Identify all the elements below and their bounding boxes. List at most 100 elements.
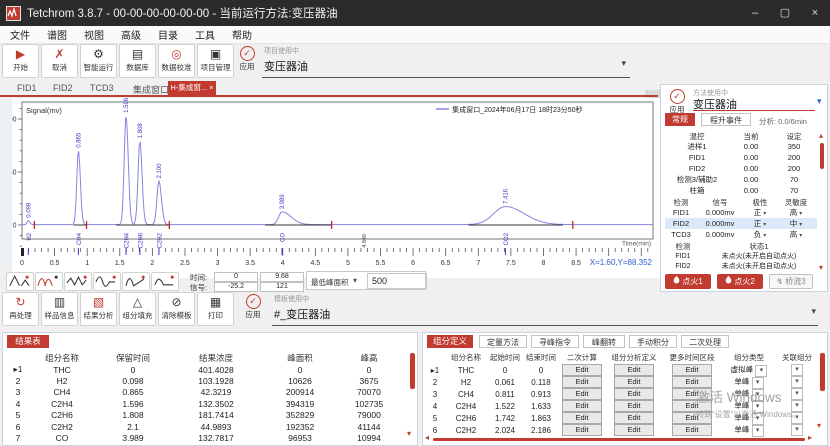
definition-row-C2H2[interactable]: 6C2H22.0242.186EditEditEdit单峰 ▾▾ — [425, 424, 819, 436]
data-calibration-button[interactable]: ◎数据校准 — [158, 44, 195, 78]
ignite-1-button[interactable]: 点火1 — [665, 274, 711, 289]
minimize-button[interactable]: – — [740, 0, 770, 26]
definition-row-C2H6[interactable]: 5C2H61.7421.863EditEditEdit单峰 ▾▾ — [425, 412, 819, 424]
definition-vertical-scrollbar[interactable] — [820, 353, 825, 391]
detector-row-FID2[interactable]: FID20.000mv正 ▾中 ▾ — [665, 218, 817, 229]
results-row-C2H6[interactable]: 5C2H61.808181.741435282979000 — [7, 410, 405, 421]
close-tab-icon[interactable]: × — [207, 83, 213, 92]
signal-max-field[interactable]: 121 — [260, 282, 304, 292]
def-tab-5[interactable]: 二次处理 — [681, 335, 729, 348]
edit-button[interactable]: Edit — [614, 400, 654, 412]
menu-item-1[interactable]: 谱图 — [47, 27, 67, 42]
ignite-2-button[interactable]: 点火2 — [717, 274, 763, 289]
def-tab-1[interactable]: 定量方法 — [479, 335, 527, 348]
cancel-button[interactable]: ✗取消 — [41, 44, 78, 78]
time-max-field[interactable]: 9.68 — [260, 272, 304, 282]
edit-button[interactable]: Edit — [614, 376, 654, 388]
apply-template-button[interactable]: ✓ 应用 — [238, 294, 268, 320]
related-component-dropdown[interactable]: ▾ — [791, 424, 803, 436]
sensitivity-dropdown[interactable]: 中 ▾ — [790, 219, 803, 228]
detector-row-FID1[interactable]: FID10.000mv正 ▾高 ▾ — [665, 207, 817, 218]
component-type-dropdown[interactable]: 虚拟峰 ▾ — [731, 365, 768, 374]
scroll-down-icon[interactable]: ▾ — [819, 263, 823, 272]
menu-item-4[interactable]: 目录 — [158, 27, 178, 42]
polarity-dropdown[interactable]: 正 ▾ — [754, 208, 767, 217]
component-type-dropdown[interactable]: 单峰 ▾ — [734, 413, 763, 422]
def-tab-2[interactable]: 寻峰指令 — [531, 335, 579, 348]
results-tab[interactable]: 结果表 — [7, 335, 49, 348]
chromatogram-panel[interactable]: 05010000.511.522.533.544.555.566.577.588… — [12, 98, 660, 278]
scroll-right-icon[interactable]: ▸ — [808, 433, 812, 442]
related-component-dropdown[interactable]: ▾ — [791, 364, 803, 376]
component-type-dropdown[interactable]: 单峰 ▾ — [734, 425, 763, 434]
tab-ramp-events[interactable]: 程升事件 — [701, 113, 751, 126]
edit-button[interactable]: Edit — [672, 424, 712, 436]
definition-row-C2H4[interactable]: 4C2H41.5221.633EditEditEdit单峰 ▾▾ — [425, 400, 819, 412]
peak-tool-single-peak[interactable] — [6, 272, 34, 291]
project-select[interactable]: 项目使用中 变压器油 ▾ — [262, 46, 630, 78]
results-row-C2H4[interactable]: 4C2H41.596132.3502394319102735 — [7, 398, 405, 409]
related-component-dropdown[interactable]: ▾ — [791, 400, 803, 412]
edit-button[interactable]: Edit — [562, 388, 602, 400]
clear-template-button[interactable]: ⊘清除模板 — [158, 292, 195, 326]
component-type-dropdown[interactable]: 单峰 ▾ — [734, 401, 763, 410]
results-row-CO[interactable]: 7CO3.989132.78179695310994 — [7, 432, 405, 443]
tab-tcd3[interactable]: TCD3 — [90, 83, 114, 93]
sample-info-button[interactable]: ▥样品信息 — [41, 292, 78, 326]
definition-horizontal-scrollbar[interactable] — [433, 438, 805, 441]
sensitivity-dropdown[interactable]: 高 ▾ — [790, 230, 803, 239]
definition-row-CH4[interactable]: 3CH40.8110.913EditEditEdit单峰 ▾▾ — [425, 388, 819, 400]
sensitivity-dropdown[interactable]: 高 ▾ — [790, 208, 803, 217]
def-tab-4[interactable]: 手动积分 — [629, 335, 677, 348]
component-fill-button[interactable]: △组分填充 — [119, 292, 156, 326]
edit-button[interactable]: Edit — [672, 412, 712, 424]
temp-vertical-scrollbar[interactable] — [820, 143, 824, 169]
results-row-H2[interactable]: 2H20.098103.1928106263675 — [7, 375, 405, 386]
edit-button[interactable]: Edit — [614, 388, 654, 400]
reprocess-button[interactable]: ↻再处理 — [2, 292, 39, 326]
edit-button[interactable]: Edit — [614, 412, 654, 424]
tab-fid2[interactable]: FID2 — [53, 83, 73, 93]
detector-row-TCD3[interactable]: TCD30.000mv负 ▾高 ▾ — [665, 229, 817, 240]
maximize-button[interactable]: ▢ — [770, 0, 800, 26]
menu-item-2[interactable]: 视图 — [84, 27, 104, 42]
temp-row-FID2[interactable]: FID20.00200 — [665, 163, 817, 174]
chevron-down-icon[interactable]: ▾ — [817, 96, 822, 107]
polarity-dropdown[interactable]: 负 ▾ — [754, 230, 767, 239]
menu-item-3[interactable]: 高级 — [121, 27, 141, 42]
start-button[interactable]: ▶开始 — [2, 44, 39, 78]
apply-method-button[interactable]: ✓ 应用 — [665, 89, 689, 115]
results-row-CH4[interactable]: 3CH40.86542.321920091470070 — [7, 387, 405, 398]
scroll-left-icon[interactable]: ◂ — [425, 433, 429, 442]
polarity-dropdown[interactable]: 正 ▾ — [754, 219, 767, 228]
temp-row-检测3/辅助2[interactable]: 检测3/辅助20.0070 — [665, 174, 817, 185]
def-tab-3[interactable]: 峰翻转 — [583, 335, 625, 348]
peak-tool-tail-peak[interactable] — [151, 272, 179, 291]
chromatogram-plot[interactable]: 05010000.511.522.533.544.555.566.577.588… — [12, 98, 660, 278]
tab-active-integration-window[interactable]: H-集成窗... × — [168, 81, 216, 95]
edit-button[interactable]: Edit — [562, 412, 602, 424]
peak-tool-double-peak[interactable] — [35, 272, 63, 291]
signal-min-field[interactable]: -25.2 — [214, 282, 258, 292]
peak-tool-valley-peak[interactable] — [93, 272, 121, 291]
edit-button[interactable]: Edit — [562, 364, 602, 376]
scroll-down-icon[interactable]: ▾ — [407, 429, 411, 438]
close-button[interactable]: × — [800, 0, 830, 26]
menu-item-0[interactable]: 文件 — [10, 27, 30, 42]
edit-button[interactable]: Edit — [672, 376, 712, 388]
results-row-C2H2[interactable]: 6C2H22.144.989319235241144 — [7, 421, 405, 432]
tab-general[interactable]: 常规 — [665, 113, 695, 126]
edit-button[interactable]: Edit — [614, 364, 654, 376]
edit-button[interactable]: Edit — [672, 364, 712, 376]
component-type-dropdown[interactable]: 单峰 ▾ — [734, 377, 763, 386]
peak-tool-multi-peak[interactable] — [64, 272, 92, 291]
print-button[interactable]: ▦打印 — [197, 292, 234, 326]
database-button[interactable]: ▤数据库 — [119, 44, 156, 78]
project-management-button[interactable]: ▣项目管理 — [197, 44, 234, 78]
related-component-dropdown[interactable]: ▾ — [791, 376, 803, 388]
chevron-down-icon[interactable]: ▾ — [621, 58, 626, 69]
chevron-down-icon[interactable]: ▾ — [811, 306, 816, 317]
edit-button[interactable]: Edit — [562, 400, 602, 412]
results-vertical-scrollbar[interactable] — [410, 353, 415, 389]
result-analysis-button[interactable]: ▧结果分析 — [80, 292, 117, 326]
